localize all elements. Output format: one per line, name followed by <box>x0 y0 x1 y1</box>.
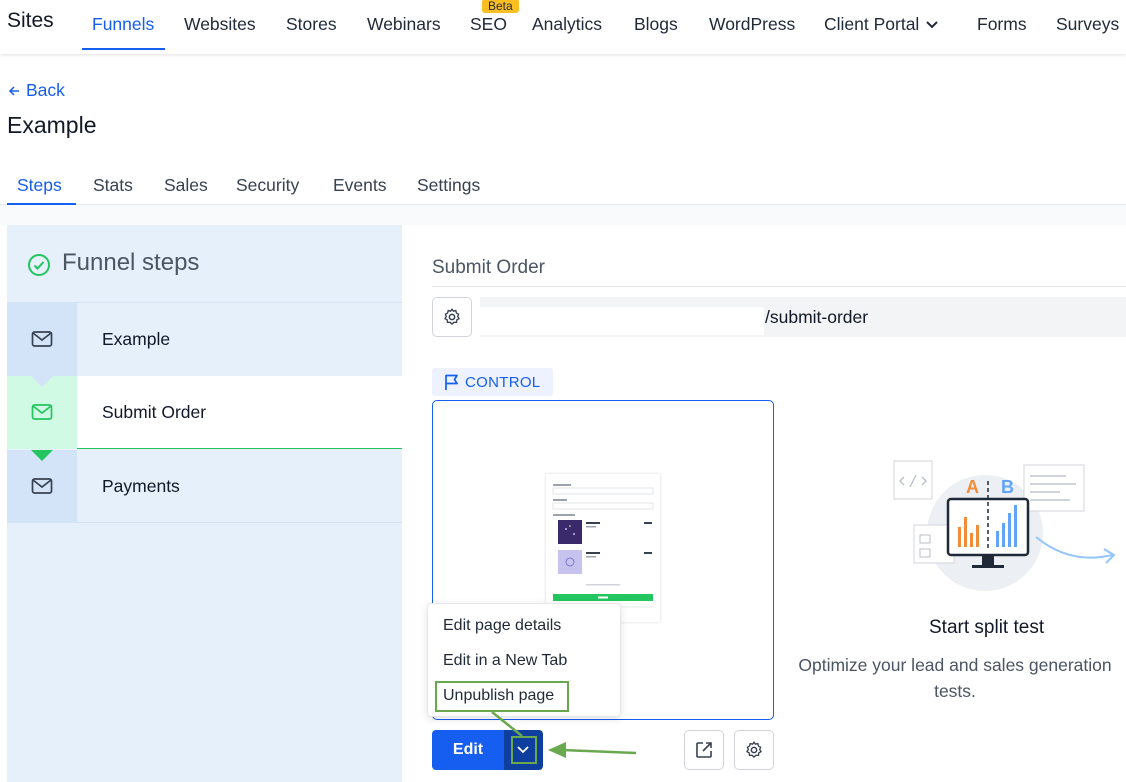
funnel-step-submit-order[interactable]: Submit Order <box>7 376 402 449</box>
gear-icon <box>746 741 762 758</box>
url-domain-redacted <box>480 307 764 335</box>
step-path: /submit-order <box>765 307 869 327</box>
step-title: Submit Order <box>432 257 545 278</box>
nav-surveys[interactable]: Surveys <box>1056 14 1119 35</box>
nav-stores[interactable]: Stores <box>286 14 337 35</box>
nav-analytics[interactable]: Analytics <box>532 14 602 35</box>
brand-title: Sites <box>7 9 54 32</box>
mail-icon <box>31 404 53 420</box>
step-label: Payments <box>102 476 180 496</box>
nav-forms[interactable]: Forms <box>977 14 1027 35</box>
back-label: Back <box>26 80 65 100</box>
external-link-icon <box>696 742 712 758</box>
variant-b-label: B <box>1001 477 1014 497</box>
mail-icon <box>31 478 53 494</box>
step-settings-button[interactable] <box>432 297 472 337</box>
step-icon-cell <box>7 303 77 376</box>
chevron-down-icon <box>926 21 939 29</box>
nav-webinars[interactable]: Webinars <box>367 14 441 35</box>
funnel-step-example[interactable]: Example <box>7 303 402 376</box>
active-nav-indicator <box>82 48 165 50</box>
chevron-down-icon <box>517 746 529 754</box>
nav-client-portal[interactable]: Client Portal <box>824 14 939 35</box>
split-test-title: Start split test <box>929 617 1045 638</box>
funnel-steps-heading: Funnel steps <box>62 249 200 276</box>
tab-settings[interactable]: Settings <box>417 175 480 196</box>
nav-blogs[interactable]: Blogs <box>634 14 678 35</box>
control-variant-badge: CONTROL <box>432 368 553 396</box>
page-settings-button[interactable] <box>734 730 774 770</box>
step-connector-arrow <box>31 450 53 461</box>
top-navigation: Sites Funnels Websites Stores Webinars S… <box>0 0 1126 54</box>
content-divider <box>0 205 1126 225</box>
step-label: Submit Order <box>102 402 207 422</box>
tab-security[interactable]: Security <box>236 175 299 196</box>
open-page-button[interactable] <box>684 730 724 770</box>
nav-funnels[interactable]: Funnels <box>92 14 154 35</box>
beta-badge: Beta <box>482 0 519 13</box>
funnel-steps-header: Funnel steps <box>7 225 402 303</box>
edit-dropdown-toggle[interactable] <box>504 730 543 770</box>
nav-seo[interactable]: SEO <box>470 14 507 35</box>
tab-events[interactable]: Events <box>333 175 387 196</box>
step-url-field[interactable]: /submit-order <box>480 297 1126 337</box>
menu-edit-new-tab[interactable]: Edit in a New Tab <box>443 652 567 670</box>
annotation-arrow-line <box>561 748 637 755</box>
annotation-arrow-head <box>548 742 566 758</box>
funnel-step-payments[interactable]: Payments <box>7 450 402 523</box>
tab-steps[interactable]: Steps <box>17 175 62 196</box>
arrow-left-icon <box>8 86 19 96</box>
menu-edit-page-details[interactable]: Edit page details <box>443 617 561 635</box>
nav-websites[interactable]: Websites <box>184 14 256 35</box>
variant-a-label: A <box>966 477 979 497</box>
check-circle-icon <box>28 254 50 276</box>
funnel-tabs: Steps Stats Sales Security Events Settin… <box>0 168 1126 205</box>
tab-sales[interactable]: Sales <box>164 175 208 196</box>
back-link[interactable]: Back <box>8 80 65 101</box>
title-divider <box>432 286 1126 287</box>
edit-button[interactable]: Edit <box>432 730 504 770</box>
nav-wordpress[interactable]: WordPress <box>709 14 795 35</box>
flag-icon <box>445 374 458 390</box>
step-label: Example <box>102 329 171 349</box>
split-test-description: Optimize your lead and sales generation … <box>798 655 1112 701</box>
page-title: Example <box>7 112 97 138</box>
page-thumbnail <box>546 474 660 622</box>
tab-stats[interactable]: Stats <box>93 175 133 196</box>
funnel-steps-panel: Funnel steps Example Submit Order Paymen… <box>7 225 402 782</box>
step-connector-arrow <box>31 376 53 387</box>
mail-icon <box>31 331 53 347</box>
control-label: CONTROL <box>465 374 541 391</box>
split-test-illustration: A B <box>893 460 1116 591</box>
nav-client-portal-label: Client Portal <box>824 14 920 34</box>
gear-icon <box>444 308 460 325</box>
unpublish-highlight-box <box>435 681 569 712</box>
